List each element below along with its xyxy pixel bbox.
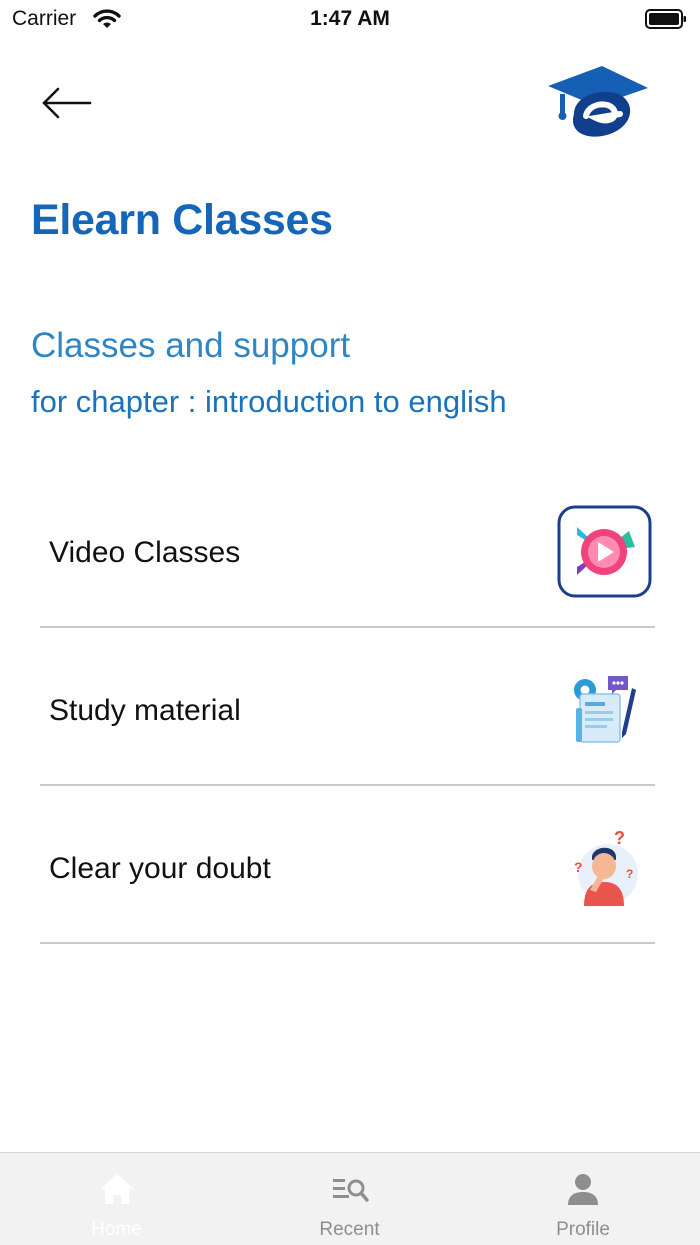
clock: 1:47 AM <box>310 7 390 30</box>
menu-item-study-material[interactable]: Study material <box>40 626 655 786</box>
svg-text:?: ? <box>626 867 633 881</box>
page-subtitle: Classes and support <box>31 326 351 365</box>
study-material-icon <box>574 676 636 743</box>
tab-recent[interactable]: Recent <box>233 1153 466 1245</box>
app-logo-icon <box>548 66 648 137</box>
svg-text:?: ? <box>574 859 583 875</box>
profile-icon <box>568 1174 598 1205</box>
chapter-label: for chapter : introduction to english <box>31 384 507 419</box>
back-button[interactable] <box>34 78 98 128</box>
menu-item-video-classes[interactable]: Video Classes <box>40 468 655 628</box>
battery-icon <box>645 9 686 29</box>
arrow-left-icon <box>42 87 92 119</box>
tab-profile[interactable]: Profile <box>466 1153 700 1245</box>
tab-bar: Home Recent Profile <box>0 1152 700 1245</box>
tab-profile-label: Profile <box>556 1219 610 1240</box>
tab-home[interactable]: Home <box>0 1153 233 1245</box>
page-title: Elearn Classes <box>31 196 333 244</box>
menu-item-label: Study material <box>49 694 241 727</box>
svg-text:?: ? <box>614 828 625 848</box>
video-play-icon <box>557 505 652 598</box>
recent-search-icon <box>332 1179 369 1202</box>
tab-recent-label: Recent <box>319 1219 380 1240</box>
status-bar: Carrier 1:47 AM <box>0 0 700 40</box>
tab-home-label: Home <box>91 1219 142 1240</box>
home-icon <box>99 1174 134 1204</box>
menu-item-clear-doubt[interactable]: Clear your doubt ? ? ? <box>40 784 655 944</box>
menu-item-label: Clear your doubt <box>49 852 271 885</box>
menu-item-label: Video Classes <box>49 536 241 569</box>
doubt-person-icon: ? ? ? <box>574 828 638 906</box>
